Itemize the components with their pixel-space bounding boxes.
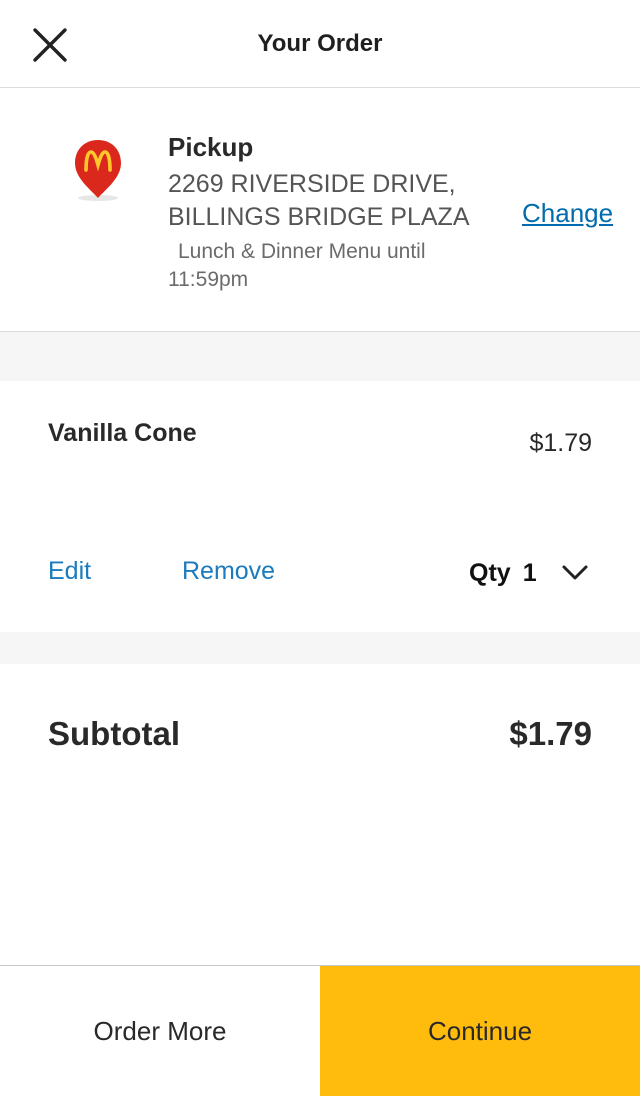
quantity-value: 1 xyxy=(522,558,537,587)
continue-button[interactable]: Continue xyxy=(320,966,640,1096)
menu-hours-note: Lunch & Dinner Menu until 11:59pm xyxy=(168,240,426,291)
remove-item-button[interactable]: Remove xyxy=(182,557,275,586)
section-divider xyxy=(0,332,640,381)
quantity-label: Qty xyxy=(469,558,511,587)
chevron-down-icon xyxy=(562,565,588,580)
address-line-1: 2269 RIVERSIDE DRIVE, xyxy=(168,170,456,198)
footer-actions: Order More Continue xyxy=(0,965,640,1096)
order-item: Vanilla Cone $1.79 Edit Remove Qty 1 xyxy=(0,381,640,632)
subtotal-label: Subtotal xyxy=(48,715,180,752)
store-address: 2269 RIVERSIDE DRIVE, BILLINGS BRIDGE PL… xyxy=(168,168,498,234)
edit-item-button[interactable]: Edit xyxy=(48,557,91,586)
pickup-label: Pickup xyxy=(168,132,254,162)
pickup-section: Pickup 2269 RIVERSIDE DRIVE, BILLINGS BR… xyxy=(0,88,640,332)
address-line-2: BILLINGS BRIDGE PLAZA xyxy=(168,203,470,231)
section-divider xyxy=(0,632,640,664)
change-location-link[interactable]: Change xyxy=(522,198,613,229)
quantity-selector[interactable]: Qty 1 xyxy=(469,553,589,593)
subtotal-value: $1.79 xyxy=(509,715,592,752)
item-name: Vanilla Cone xyxy=(48,419,197,447)
page-title: Your Order xyxy=(257,30,383,57)
item-price: $1.79 xyxy=(529,429,592,457)
mcdonalds-location-pin-icon xyxy=(75,140,121,201)
order-more-button[interactable]: Order More xyxy=(0,966,320,1096)
header: Your Order xyxy=(0,0,640,88)
